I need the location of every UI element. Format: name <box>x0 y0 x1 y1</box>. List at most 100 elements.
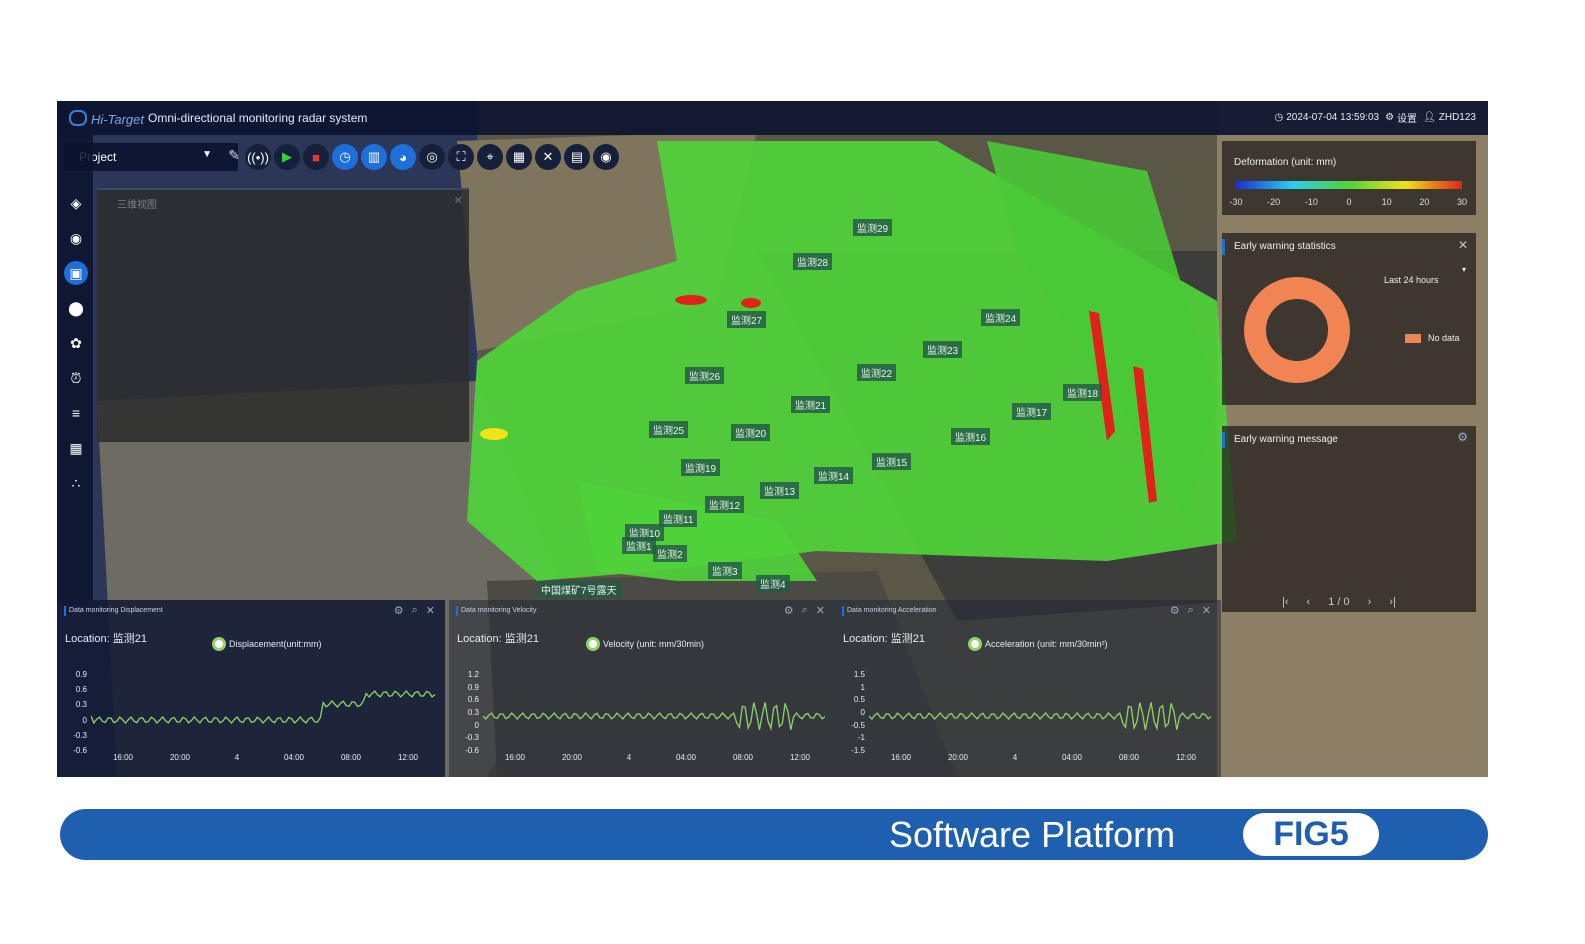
chart-icon[interactable]: ▥ <box>361 144 387 170</box>
panel-actions: ⚙ ⌕ ✕ <box>394 604 435 617</box>
deformation-tick: 20 <box>1419 197 1430 207</box>
focus-icon[interactable]: ⛶ <box>448 144 474 170</box>
map-point-label[interactable]: 监测19 <box>681 459 721 476</box>
map-point-label[interactable]: 监测29 <box>853 219 893 236</box>
layers-icon[interactable]: ◈ <box>64 191 88 215</box>
gear-icon[interactable]: ⚙ <box>1385 112 1394 123</box>
y-tick-label: -0.3 <box>73 730 87 740</box>
prev-page-icon[interactable]: ‹ <box>1307 596 1311 608</box>
map-point-label[interactable]: 监测21 <box>791 396 831 413</box>
zoom-icon[interactable]: ⌕ <box>412 604 418 617</box>
alarm-icon[interactable]: ⏰︎ <box>64 366 88 390</box>
close-icon[interactable]: ✕ <box>816 604 825 617</box>
map-point-label[interactable]: 监测23 <box>923 341 963 358</box>
legend-marker <box>215 640 223 648</box>
location-pin-icon[interactable]: ⌖ <box>477 144 503 170</box>
first-page-icon[interactable]: |‹ <box>1282 596 1289 608</box>
chevron-down-icon[interactable]: ▼ <box>202 149 212 160</box>
x-tick-label: 04:00 <box>1061 753 1083 762</box>
map-point-label[interactable]: 监测24 <box>981 309 1021 326</box>
gear-icon[interactable]: ⚙ <box>784 604 794 617</box>
map-point-label[interactable]: 监测26 <box>685 367 725 384</box>
eye-icon[interactable]: ◉ <box>593 144 619 170</box>
map-point-label[interactable]: 监测28 <box>793 253 833 270</box>
gear-icon[interactable]: ⚙ <box>1457 430 1468 444</box>
username[interactable]: ZHD123 <box>1439 112 1476 123</box>
radar-signal-icon[interactable]: ((•)) <box>245 144 271 170</box>
history-icon[interactable]: ◷ <box>332 144 358 170</box>
user-menu[interactable]: 👤︎ ZHD123 <box>1423 112 1476 123</box>
app-title: Omni-directional monitoring radar system <box>148 111 368 125</box>
gear-icon[interactable]: ⚙ <box>1170 604 1180 617</box>
deformation-tick: 30 <box>1456 197 1468 207</box>
map-point-label[interactable]: 监测16 <box>951 428 991 445</box>
filter-list-icon[interactable]: ≡ <box>64 401 88 425</box>
cluster-icon[interactable]: ∴ <box>64 471 88 495</box>
zoom-icon[interactable]: ⌕ <box>802 604 808 617</box>
zoom-icon[interactable]: ⌕ <box>1188 604 1194 617</box>
map-point-label[interactable]: 监测12 <box>705 496 745 513</box>
legend-label: Velocity (unit: mm/30min) <box>603 639 705 649</box>
monitoring-panel: Data monitoring Displacement ⚙ ⌕ ✕ Locat… <box>57 600 445 777</box>
legend-marker <box>589 640 597 648</box>
marker-icon[interactable]: ⬤ <box>64 296 88 320</box>
building-icon[interactable]: ▤ <box>564 144 590 170</box>
map-point-label[interactable]: 监测25 <box>649 421 689 438</box>
grid-icon[interactable]: ▦ <box>506 144 532 170</box>
map-point-label[interactable]: 监测27 <box>727 311 767 328</box>
y-tick-label: 0 <box>860 708 865 717</box>
target-icon[interactable]: ◎ <box>419 144 445 170</box>
x-tick-label: 08:00 <box>1118 753 1140 762</box>
next-page-icon[interactable]: › <box>1368 596 1372 608</box>
x-tick-label: 20:00 <box>947 753 969 762</box>
radar-icon[interactable]: ◉ <box>64 226 88 250</box>
map-point-label[interactable]: 监测3 <box>708 562 742 579</box>
y-tick-label: 0.9 <box>75 670 87 679</box>
map-point-label[interactable]: 监测1 <box>622 537 656 554</box>
image-icon[interactable]: ▣ <box>64 261 88 285</box>
play-icon[interactable]: ▶ <box>274 144 300 170</box>
series-line <box>869 702 1212 731</box>
y-tick-label: 0.3 <box>75 700 87 710</box>
map-point-label[interactable]: 监测4 <box>756 575 790 592</box>
close-icon[interactable]: ✕ <box>1458 238 1468 252</box>
stats-legend-label: No data <box>1428 333 1460 343</box>
user-icon[interactable]: 👤︎ <box>1423 112 1436 123</box>
series-line-chart <box>91 689 436 725</box>
calendar-icon[interactable]: ▦ <box>64 436 88 460</box>
gear-icon[interactable]: ⚙ <box>394 604 404 617</box>
settings-link[interactable]: ⚙ 设置 <box>1385 110 1417 125</box>
map-point-label[interactable]: 监测13 <box>760 482 800 499</box>
map-point-label[interactable]: 监测20 <box>731 424 771 441</box>
map-point-label[interactable]: 监测15 <box>872 453 912 470</box>
panel-actions: ⚙ ⌕ ✕ <box>1170 604 1211 617</box>
datetime-text: 2024-07-04 13:59:03 <box>1286 112 1380 123</box>
map-toolbar: ((•)) ▶ ■ ◷ ▥ ◕ ◎ ⛶ ⌖ ▦ ✕ ▤ ◉ <box>245 144 619 170</box>
stop-icon[interactable]: ■ <box>303 144 329 170</box>
tools-icon[interactable]: ✕ <box>535 144 561 170</box>
chevron-down-icon[interactable]: ▾ <box>1462 265 1466 274</box>
map-point-label[interactable]: 监测17 <box>1012 403 1052 420</box>
y-tick-label: 0.6 <box>467 695 479 705</box>
map-point-label[interactable]: 监测2 <box>653 545 687 562</box>
pie-chart-icon[interactable]: ◕ <box>390 144 416 170</box>
settings-label[interactable]: 设置 <box>1397 110 1417 125</box>
y-tick-label: -0.6 <box>465 746 479 755</box>
close-icon[interactable]: ✕ <box>426 604 435 617</box>
close-icon[interactable]: ✕ <box>1202 604 1211 617</box>
map-point-label[interactable]: 监测22 <box>857 364 897 381</box>
last-page-icon[interactable]: ›| <box>1389 596 1396 608</box>
caption-banner: Software Platform FIG5 <box>60 809 1488 860</box>
map-point-label[interactable]: 中国煤矿7号露天 <box>537 581 621 598</box>
map-point-label[interactable]: 监测14 <box>814 467 854 484</box>
x-tick-label: 4 <box>626 753 632 762</box>
x-tick-label: 4 <box>234 753 240 762</box>
edit-pencil-icon[interactable]: ✎ <box>228 147 240 164</box>
palette-icon[interactable]: ✿ <box>64 331 88 355</box>
map-point-label[interactable]: 监测18 <box>1063 384 1103 401</box>
location-label: Location: 监测21 <box>65 633 147 645</box>
map-point-label[interactable]: 监测11 <box>659 510 698 527</box>
series-line <box>483 702 826 731</box>
period-select[interactable]: Last 24 hours <box>1384 275 1439 285</box>
close-icon[interactable]: ✕ <box>454 194 463 207</box>
